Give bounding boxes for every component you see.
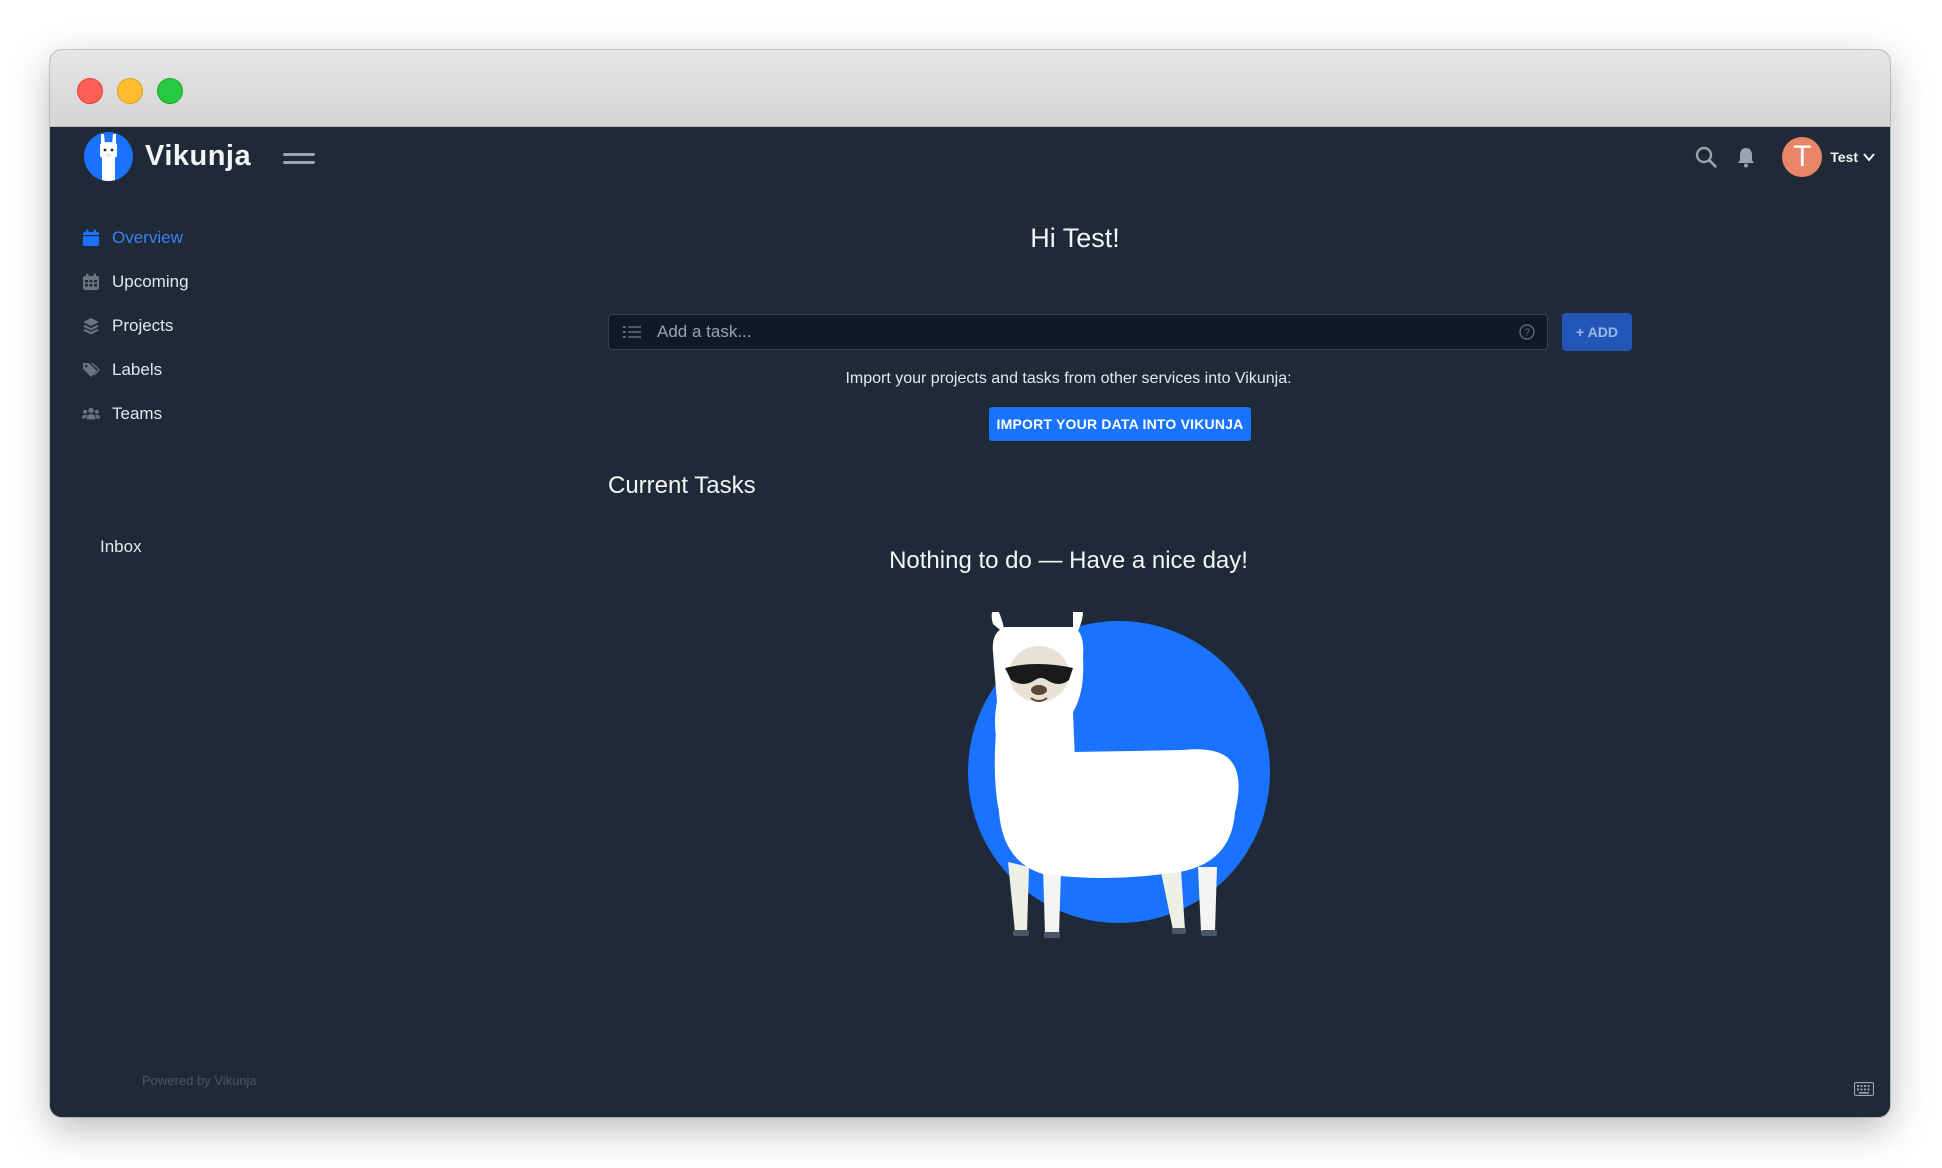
menu-toggle-button[interactable] xyxy=(283,151,315,167)
minimize-window-button[interactable] xyxy=(117,78,143,104)
greeting-text: Hi Test! xyxy=(1030,223,1120,253)
app-name: Vikunja xyxy=(145,140,252,172)
window-titlebar xyxy=(50,50,1890,127)
list-icon xyxy=(623,326,641,338)
close-window-button[interactable] xyxy=(77,78,103,104)
add-task-field[interactable]: ? xyxy=(608,314,1548,350)
browser-window: Vikunja T Test Overview Upcoming Project… xyxy=(50,50,1890,1117)
sidebar-item-label: Projects xyxy=(112,316,174,335)
user-menu-name[interactable]: Test xyxy=(1830,149,1858,165)
sidebar-item-overview[interactable]: Overview xyxy=(82,228,183,248)
sidebar-item-label: Upcoming xyxy=(112,272,189,291)
sidebar-item-label: Overview xyxy=(112,228,183,247)
sidebar-item-teams[interactable]: Teams xyxy=(82,404,162,424)
maximize-window-button[interactable] xyxy=(157,78,183,104)
navbar-right: T Test xyxy=(1694,137,1876,177)
calendar-icon xyxy=(83,229,99,246)
chevron-down-icon[interactable] xyxy=(1862,150,1876,164)
vikunja-logo-icon xyxy=(84,132,133,181)
svg-text:?: ? xyxy=(1524,328,1530,339)
users-icon xyxy=(82,407,100,420)
sidebar-item-projects[interactable]: Projects xyxy=(82,316,173,336)
app-root: Vikunja T Test Overview Upcoming Project… xyxy=(50,127,1890,1117)
empty-state-message: Nothing to do — Have a nice day! xyxy=(889,547,1248,574)
add-task-input[interactable] xyxy=(655,321,1519,343)
powered-by-link[interactable]: Powered by Vikunja xyxy=(142,1073,257,1088)
logo-link[interactable]: Vikunja xyxy=(84,132,251,181)
sidebar-item-label: Teams xyxy=(112,404,163,423)
keyboard-icon[interactable] xyxy=(1854,1082,1874,1096)
calendar-grid-icon xyxy=(83,273,99,290)
import-description: Import your projects and tasks from othe… xyxy=(845,370,1292,387)
search-icon[interactable] xyxy=(1694,145,1718,169)
bell-icon[interactable] xyxy=(1734,145,1758,169)
llama-illustration xyxy=(968,612,1270,938)
add-task-button[interactable]: + ADD xyxy=(1562,313,1632,351)
import-data-button[interactable]: IMPORT YOUR DATA INTO VIKUNJA xyxy=(989,407,1251,441)
help-icon[interactable]: ? xyxy=(1519,324,1535,340)
sidebar-item-upcoming[interactable]: Upcoming xyxy=(82,272,189,292)
current-tasks-heading: Current Tasks xyxy=(608,472,756,499)
layers-icon xyxy=(83,318,99,335)
avatar[interactable]: T xyxy=(1782,137,1823,177)
